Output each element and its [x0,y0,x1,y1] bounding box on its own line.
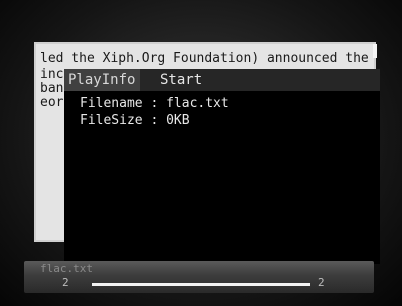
popup-header: PlayInfo Start [64,69,380,91]
filename-info: Filename : flac.txt [80,96,229,111]
current-page: 2 [62,276,69,289]
device-screen: led the Xiph.Org Foundation) announced t… [0,0,402,306]
status-bar: flac.txt 2 2 [24,261,374,293]
progress-fill [92,283,310,286]
total-pages: 2 [318,276,325,289]
scroll-indicator[interactable] [373,44,377,58]
start-button[interactable]: Start [160,69,202,91]
text-line: led the Xiph.Org Foundation) announced t… [40,51,369,66]
status-filename: flac.txt [40,262,93,275]
text-line: ban [40,81,64,96]
playinfo-popup: PlayInfo Start Filename : flac.txt FileS… [64,69,380,264]
progress-bar[interactable] [92,283,310,286]
text-line: eor [40,95,64,110]
filesize-info: FileSize : 0KB [80,113,190,128]
tab-playinfo[interactable]: PlayInfo [64,69,140,91]
text-line: inc [40,67,64,82]
